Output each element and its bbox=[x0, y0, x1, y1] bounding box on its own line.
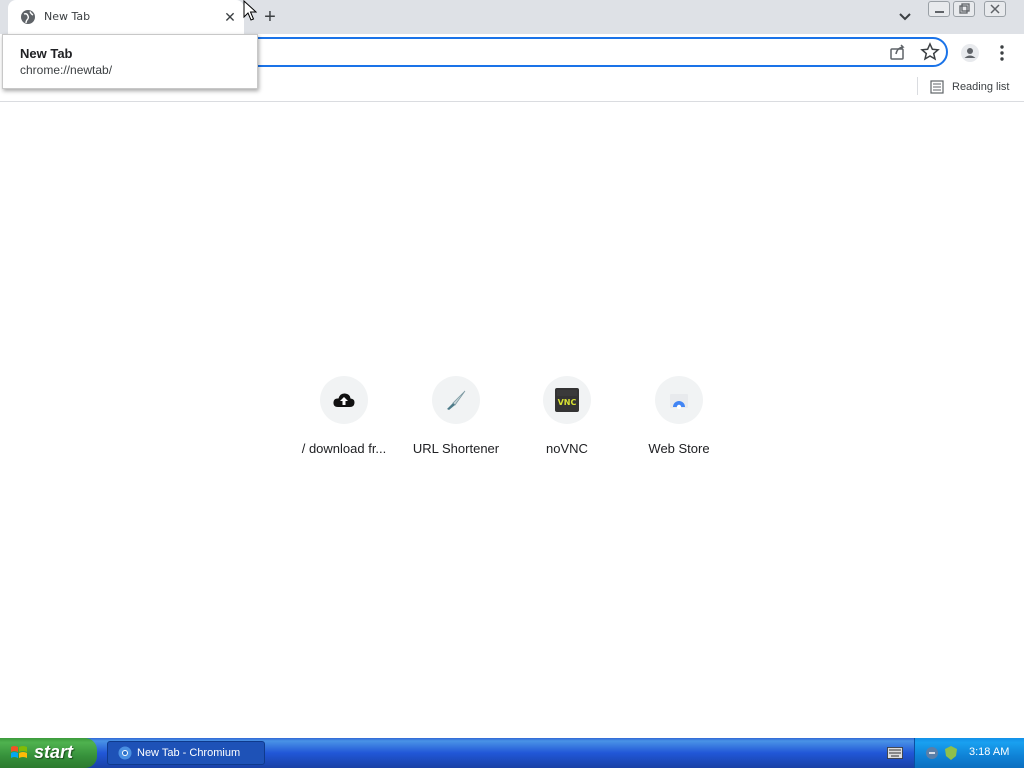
globe-icon bbox=[21, 10, 35, 24]
tab-new-tab[interactable]: New Tab ✕ bbox=[8, 0, 244, 34]
tab-title: New Tab bbox=[44, 10, 91, 23]
address-bar[interactable] bbox=[230, 37, 948, 67]
tab-strip: New Tab ✕ + bbox=[0, 0, 1024, 34]
restore-icon bbox=[959, 3, 970, 14]
hover-card-url: chrome://newtab/ bbox=[20, 63, 113, 77]
reading-list-label: Reading list bbox=[952, 81, 1010, 93]
divider bbox=[917, 77, 918, 95]
close-icon[interactable]: ✕ bbox=[222, 9, 238, 25]
keyboard-icon[interactable] bbox=[887, 747, 903, 759]
shortcut-tile[interactable]: Web Store bbox=[623, 376, 735, 466]
close-icon bbox=[990, 4, 1000, 14]
restore-button[interactable] bbox=[953, 1, 975, 17]
shortcut-tile[interactable]: URL Shortener bbox=[400, 376, 512, 466]
clock: 3:18 AM bbox=[969, 746, 1010, 758]
shortcut-icon-circle bbox=[655, 376, 703, 424]
profile-icon[interactable] bbox=[960, 43, 980, 63]
hover-card-title: New Tab bbox=[20, 46, 73, 61]
windows-logo-icon bbox=[11, 746, 27, 758]
window-close-button[interactable] bbox=[984, 1, 1006, 17]
shortcut-label: URL Shortener bbox=[412, 441, 500, 456]
shortcut-icon-circle bbox=[432, 376, 480, 424]
shortcut-icon-circle bbox=[320, 376, 368, 424]
tab-hover-card: New Tab chrome://newtab/ bbox=[2, 34, 258, 89]
start-label: start bbox=[34, 742, 74, 762]
reading-list-button[interactable]: Reading list bbox=[930, 76, 1009, 98]
mouse-cursor-icon bbox=[243, 0, 257, 21]
minimize-button[interactable] bbox=[928, 1, 950, 17]
system-tray: 3:18 AM bbox=[914, 738, 1024, 768]
network-icon[interactable] bbox=[925, 745, 941, 761]
shortcut-label: Web Store bbox=[648, 441, 710, 456]
star-icon[interactable] bbox=[920, 42, 940, 62]
security-shield-icon[interactable] bbox=[943, 745, 959, 761]
taskbar-button-chromium[interactable]: New Tab - Chromium bbox=[107, 741, 265, 765]
start-button[interactable]: start bbox=[0, 738, 97, 768]
shortcut-icon-circle: VNC bbox=[543, 376, 591, 424]
svg-text:VNC: VNC bbox=[558, 398, 577, 407]
taskbar-button-label: New Tab - Chromium bbox=[137, 747, 241, 759]
knife-icon bbox=[447, 390, 466, 410]
taskbar: start New Tab - Chromium 3:18 AM bbox=[0, 738, 1024, 768]
novnc-icon: VNC bbox=[555, 388, 579, 412]
cloud-upload-icon bbox=[333, 393, 355, 407]
chevron-down-icon[interactable] bbox=[896, 8, 914, 26]
share-icon[interactable] bbox=[888, 42, 908, 62]
minimize-icon bbox=[935, 11, 944, 13]
web-store-icon bbox=[670, 394, 688, 410]
shortcut-label: noVNC bbox=[546, 441, 588, 456]
chromium-icon bbox=[118, 746, 132, 760]
reading-list-icon bbox=[930, 80, 944, 94]
shortcut-label: / download fr... bbox=[301, 441, 387, 456]
more-menu-icon[interactable] bbox=[992, 43, 1012, 63]
shortcut-tile[interactable]: VNC noVNC bbox=[511, 376, 623, 466]
shortcut-tile[interactable]: / download fr... bbox=[288, 376, 400, 466]
new-tab-button[interactable]: + bbox=[260, 7, 280, 27]
